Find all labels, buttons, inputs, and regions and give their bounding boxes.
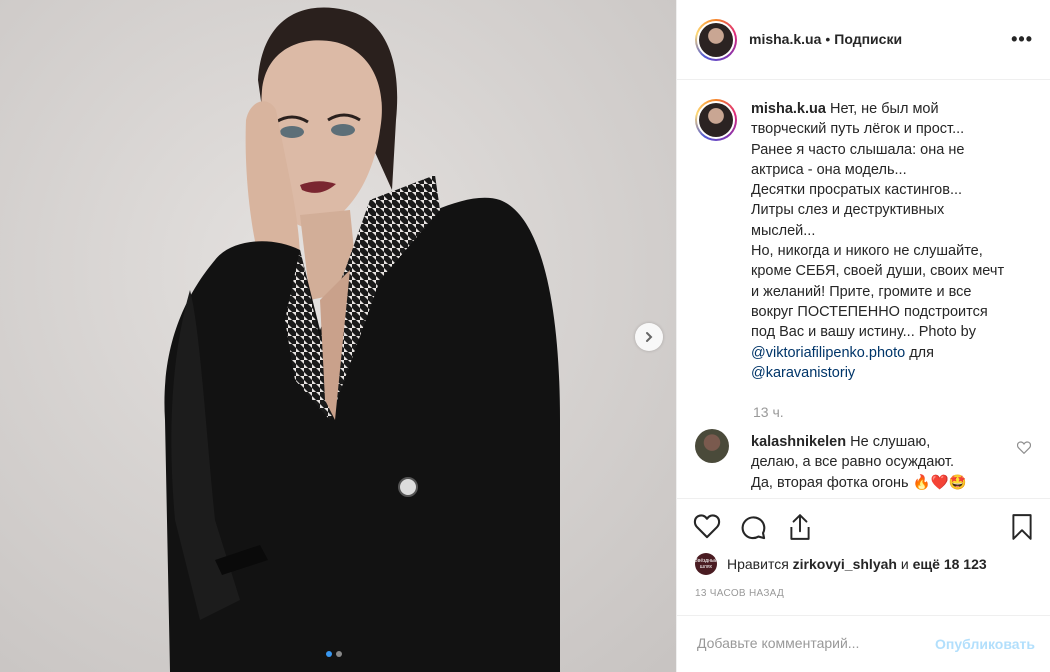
photo-image: [0, 0, 676, 672]
comment-button[interactable]: [739, 513, 767, 546]
post-timestamp[interactable]: 13 часов назад: [695, 588, 784, 599]
chevron-right-icon: [646, 332, 653, 342]
comment-input[interactable]: [695, 634, 919, 652]
commenter-avatar[interactable]: [695, 429, 729, 463]
comment-text-line: Не слушаю,: [850, 434, 931, 450]
caption-line: Ранее я часто слышала: она не: [751, 141, 965, 158]
heart-outline-icon: [1016, 441, 1032, 455]
author-username-link[interactable]: misha.k.ua: [749, 31, 821, 47]
likes-prefix: Нравится: [727, 556, 789, 572]
comment-bubble-icon: [741, 516, 766, 540]
caption-line: актриса - она модель...: [751, 161, 907, 178]
caption-line: творческий путь лёгок и прост...: [751, 121, 965, 138]
like-button[interactable]: [693, 513, 721, 544]
caption-line: кроме СЕБЯ, своей души, своих мечт: [751, 263, 1005, 280]
caption-line: под Вас и вашу истину... Photo by: [751, 324, 976, 341]
liker-avatar[interactable]: Звёздный шлях: [695, 553, 717, 575]
post-sidebar: misha.k.ua • Подписки ••• misha.k.ua Нет, …: [676, 0, 1050, 672]
publish-button[interactable]: Опубликовать: [935, 636, 1035, 652]
comments-list[interactable]: misha.k.ua Нет, не был мой творческий пу…: [677, 80, 1050, 498]
carousel-dot: [336, 651, 342, 657]
bookmark-icon: [1012, 514, 1032, 540]
caption-author-avatar[interactable]: [695, 99, 737, 141]
liker-username-link[interactable]: zirkovyi_shlyah: [793, 556, 897, 572]
share-icon: [790, 514, 810, 540]
caption-author-link[interactable]: misha.k.ua: [751, 101, 826, 117]
mention-link-photographer[interactable]: @viktoriafilipenko.photo: [751, 345, 905, 361]
likes-conjunction: и: [900, 556, 909, 572]
carousel-indicator: [326, 651, 342, 657]
post-photo[interactable]: [0, 0, 676, 672]
save-button[interactable]: [1011, 513, 1033, 546]
post-actions: [677, 498, 1050, 559]
caption-line: и желаний! Прите, громите и все: [751, 283, 972, 300]
share-button[interactable]: [787, 513, 813, 546]
post-header: misha.k.ua • Подписки •••: [677, 0, 1050, 80]
caption-line: вокруг ПОСТЕПЕННО подстроится: [751, 303, 988, 320]
more-options-button[interactable]: •••: [1011, 30, 1033, 48]
caption-line: Нет, не был мой: [829, 101, 939, 117]
mention-link-karavanistoriy[interactable]: @karavanistoriy: [751, 365, 855, 381]
likes-count-link[interactable]: ещё 18 123: [913, 556, 987, 572]
post-dialog: misha.k.ua • Подписки ••• misha.k.ua Нет, …: [0, 0, 1050, 672]
add-comment-form: Опубликовать: [677, 615, 1050, 672]
heart-icon: [693, 514, 721, 539]
separator-dot: •: [825, 31, 831, 47]
commenter-username-link[interactable]: kalashnikelen: [751, 434, 846, 450]
following-button[interactable]: Подписки: [834, 31, 902, 47]
caption-line: мыслей...: [751, 222, 816, 239]
comment-text-line: Да, вторая фотка огонь 🔥❤️🤩: [751, 474, 967, 491]
carousel-dot: [326, 651, 332, 657]
caption-timestamp[interactable]: 13 ч.: [753, 404, 784, 420]
comment-like-button[interactable]: [1016, 441, 1032, 459]
likes-summary: Звёздный шлях Нравится zirkovyi_shlyah и…: [695, 551, 987, 577]
next-slide-button[interactable]: [635, 323, 663, 351]
author-avatar[interactable]: [695, 19, 737, 61]
mention-suffix: для: [909, 344, 934, 361]
caption-line: Литры слез и деструктивных: [751, 202, 945, 219]
comment-text-line: делаю, а все равно осуждают.: [751, 454, 954, 471]
caption-line: Десятки просратых кастингов...: [751, 182, 963, 199]
caption-text: misha.k.ua Нет, не был мой творческий пу…: [751, 99, 1021, 383]
caption-line: Но, никогда и никого не слушайте,: [751, 243, 983, 260]
